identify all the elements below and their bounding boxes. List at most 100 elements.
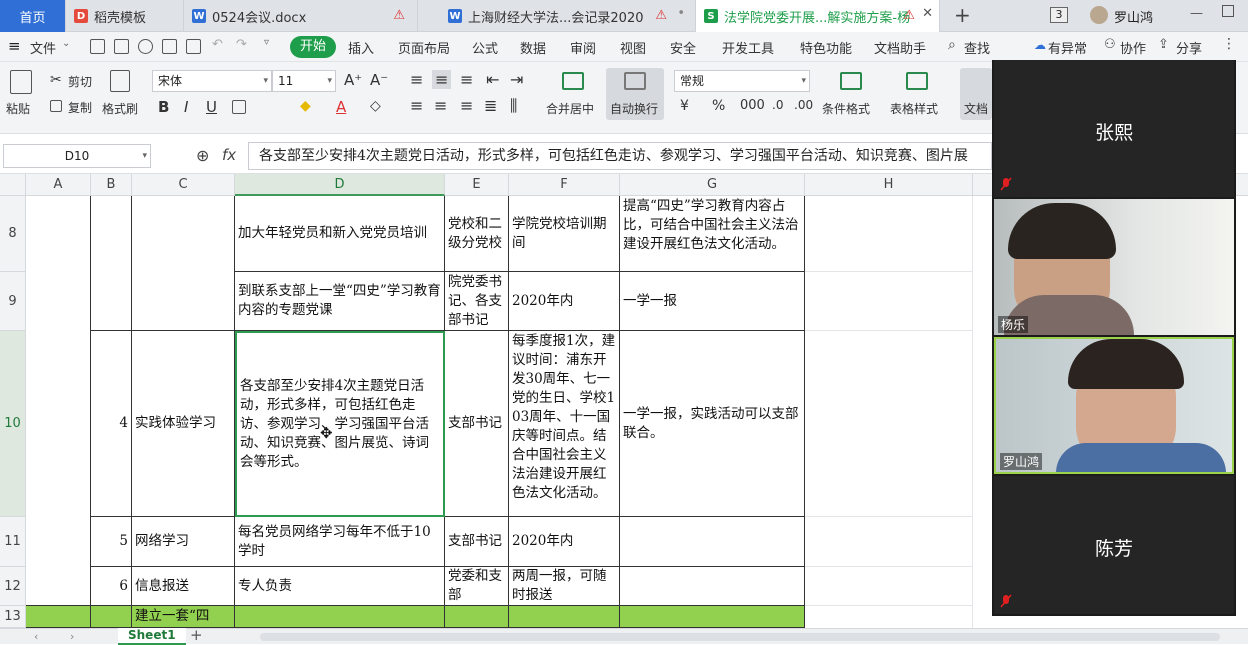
user-name[interactable]: 罗山鸿: [1114, 7, 1153, 26]
cell-E12[interactable]: 党委和支部: [445, 567, 509, 606]
percent-icon[interactable]: %: [712, 98, 725, 114]
cell-F10[interactable]: 每季度报1次，建议时间：浦东开发30周年、七一党的生日、学校103周年、十一国庆…: [509, 331, 620, 517]
fill-color-icon[interactable]: ◆: [300, 98, 311, 114]
cell-D12[interactable]: 专人负责: [235, 567, 445, 606]
select-all[interactable]: [0, 174, 26, 196]
font-size-select[interactable]: 11 ▾: [272, 70, 336, 92]
cell-E11[interactable]: 支部书记: [445, 517, 509, 567]
row-header[interactable]: 13: [0, 606, 26, 628]
cell-G10[interactable]: 一学一报，实践活动可以支部联合。: [620, 331, 805, 517]
cell-D10-selected[interactable]: 各支部至少安排4次主题党日活动，形式多样，可包括红色走访、参观学习、学习强国平台…: [235, 331, 445, 517]
horizontal-scrollbar[interactable]: [260, 633, 1220, 641]
menu-home[interactable]: 开始: [290, 36, 336, 58]
col-header[interactable]: F: [509, 174, 620, 196]
video-tile-yangle[interactable]: 杨乐: [994, 199, 1234, 335]
cell-C12[interactable]: 信息报送: [132, 567, 235, 606]
format-painter-button[interactable]: 格式刷: [102, 100, 138, 117]
save-icon[interactable]: [114, 39, 129, 54]
col-header[interactable]: C: [132, 174, 235, 196]
cell-F9[interactable]: 2020年内: [509, 272, 620, 331]
border-icon[interactable]: [232, 100, 246, 114]
menu-security[interactable]: 安全: [670, 38, 696, 57]
menu-anomaly[interactable]: 有异常: [1048, 38, 1087, 57]
menu-review[interactable]: 审阅: [570, 38, 596, 57]
number-format-select[interactable]: 常规 ▾: [674, 70, 810, 92]
menu-file[interactable]: 文件: [30, 38, 56, 57]
new-icon[interactable]: [90, 39, 105, 54]
font-color-icon[interactable]: A: [336, 98, 346, 116]
menu-insert[interactable]: 插入: [348, 38, 374, 57]
nav-prev-icon[interactable]: ‹: [34, 630, 38, 643]
new-tab-icon[interactable]: +: [954, 3, 971, 27]
redo-icon[interactable]: ↷: [236, 37, 247, 52]
align-left-icon[interactable]: ≡: [410, 96, 423, 115]
restore-icon[interactable]: [1222, 5, 1234, 17]
align-middle-icon[interactable]: ≡: [432, 70, 452, 89]
underline-icon[interactable]: U: [206, 98, 217, 116]
thousands-icon[interactable]: 000: [740, 98, 765, 113]
col-header[interactable]: A: [26, 174, 91, 196]
indent-decrease-icon[interactable]: ⇤: [486, 70, 499, 89]
video-tile-chenfang[interactable]: 陈芳: [994, 476, 1234, 614]
currency-icon[interactable]: ¥: [680, 98, 689, 114]
cell-B11[interactable]: 5: [91, 517, 132, 567]
zoom-icon[interactable]: ⊕: [196, 146, 209, 165]
cell-F12[interactable]: 两周一报，可随时报送: [509, 567, 620, 606]
export-icon[interactable]: [138, 39, 153, 54]
menu-data[interactable]: 数据: [520, 38, 546, 57]
undo-icon[interactable]: ↶: [212, 37, 223, 52]
decimal-decrease-icon[interactable]: .00: [794, 98, 813, 112]
add-sheet-icon[interactable]: +: [190, 626, 203, 644]
formula-input[interactable]: 各支部至少安排4次主题党日活动，形式多样，可包括红色走访、参观学习、学习强国平台…: [248, 142, 992, 170]
row-header[interactable]: 9: [0, 272, 26, 331]
clear-format-icon[interactable]: ◇: [370, 98, 381, 114]
kebab-icon[interactable]: ⋮: [1222, 36, 1236, 52]
menu-features[interactable]: 特色功能: [800, 38, 852, 57]
window-count-badge[interactable]: 3: [1050, 7, 1068, 23]
more-icon[interactable]: ▿: [264, 37, 269, 48]
menu-formula[interactable]: 公式: [472, 38, 498, 57]
cell-G11[interactable]: [620, 517, 805, 567]
fx-icon[interactable]: fx: [222, 146, 236, 164]
search-icon[interactable]: ⌕: [948, 37, 956, 53]
doc-button[interactable]: 文档: [960, 68, 992, 120]
cell-B12[interactable]: 6: [91, 567, 132, 606]
row-header[interactable]: 12: [0, 567, 26, 606]
menu-collab[interactable]: 协作: [1120, 38, 1146, 57]
indent-increase-icon[interactable]: ⇥: [510, 70, 523, 89]
font-name-select[interactable]: 宋体 ▾: [152, 70, 272, 92]
font-decrease-icon[interactable]: A⁻: [370, 71, 388, 89]
row-header[interactable]: 10: [0, 331, 26, 517]
align-bottom-icon[interactable]: ≡: [460, 70, 473, 89]
tab-home[interactable]: 首页: [0, 0, 66, 32]
align-top-icon[interactable]: ≡: [410, 70, 423, 89]
tab-doc-shufe[interactable]: W 上海财经大学法...会记录2020 ⚠ •: [440, 0, 696, 32]
col-header[interactable]: D: [235, 174, 445, 196]
cell-G9[interactable]: 一学一报: [620, 272, 805, 331]
menu-view[interactable]: 视图: [620, 38, 646, 57]
cell-G13[interactable]: [620, 606, 805, 628]
menu-search[interactable]: 查找: [964, 38, 990, 57]
hamburger-icon[interactable]: ≡: [8, 39, 21, 54]
cell-F13[interactable]: [509, 606, 620, 628]
cell-D8[interactable]: 加大年轻党员和新入党党员培训: [235, 196, 445, 272]
minimize-icon[interactable]: —: [1190, 6, 1203, 21]
video-tile-zhangxi[interactable]: 张熙: [994, 60, 1234, 197]
copy-button[interactable]: 复制: [68, 99, 92, 116]
auto-wrap-button[interactable]: 自动换行: [606, 68, 664, 120]
menu-page-layout[interactable]: 页面布局: [398, 38, 450, 57]
bold-icon[interactable]: B: [158, 98, 169, 116]
nav-next-icon[interactable]: ›: [70, 630, 74, 643]
tab-sheet-active[interactable]: S 法学院党委开展...解实施方案-杨 ⚠ ✕: [696, 0, 940, 32]
align-center-icon[interactable]: ≡: [434, 96, 447, 115]
italic-icon[interactable]: I: [184, 98, 188, 116]
tab-docer-templates[interactable]: D 稻壳模板: [66, 0, 184, 32]
font-increase-icon[interactable]: A⁺: [344, 71, 362, 89]
col-header[interactable]: B: [91, 174, 132, 196]
cut-button[interactable]: 剪切: [68, 73, 92, 90]
tab-doc-0524[interactable]: W 0524会议.docx ⚠: [184, 0, 418, 32]
cell-C13[interactable]: 建立一套“四: [132, 606, 235, 628]
cell-C10[interactable]: 实践体验学习: [132, 331, 235, 517]
cell-E13[interactable]: [445, 606, 509, 628]
col-header[interactable]: G: [620, 174, 805, 196]
